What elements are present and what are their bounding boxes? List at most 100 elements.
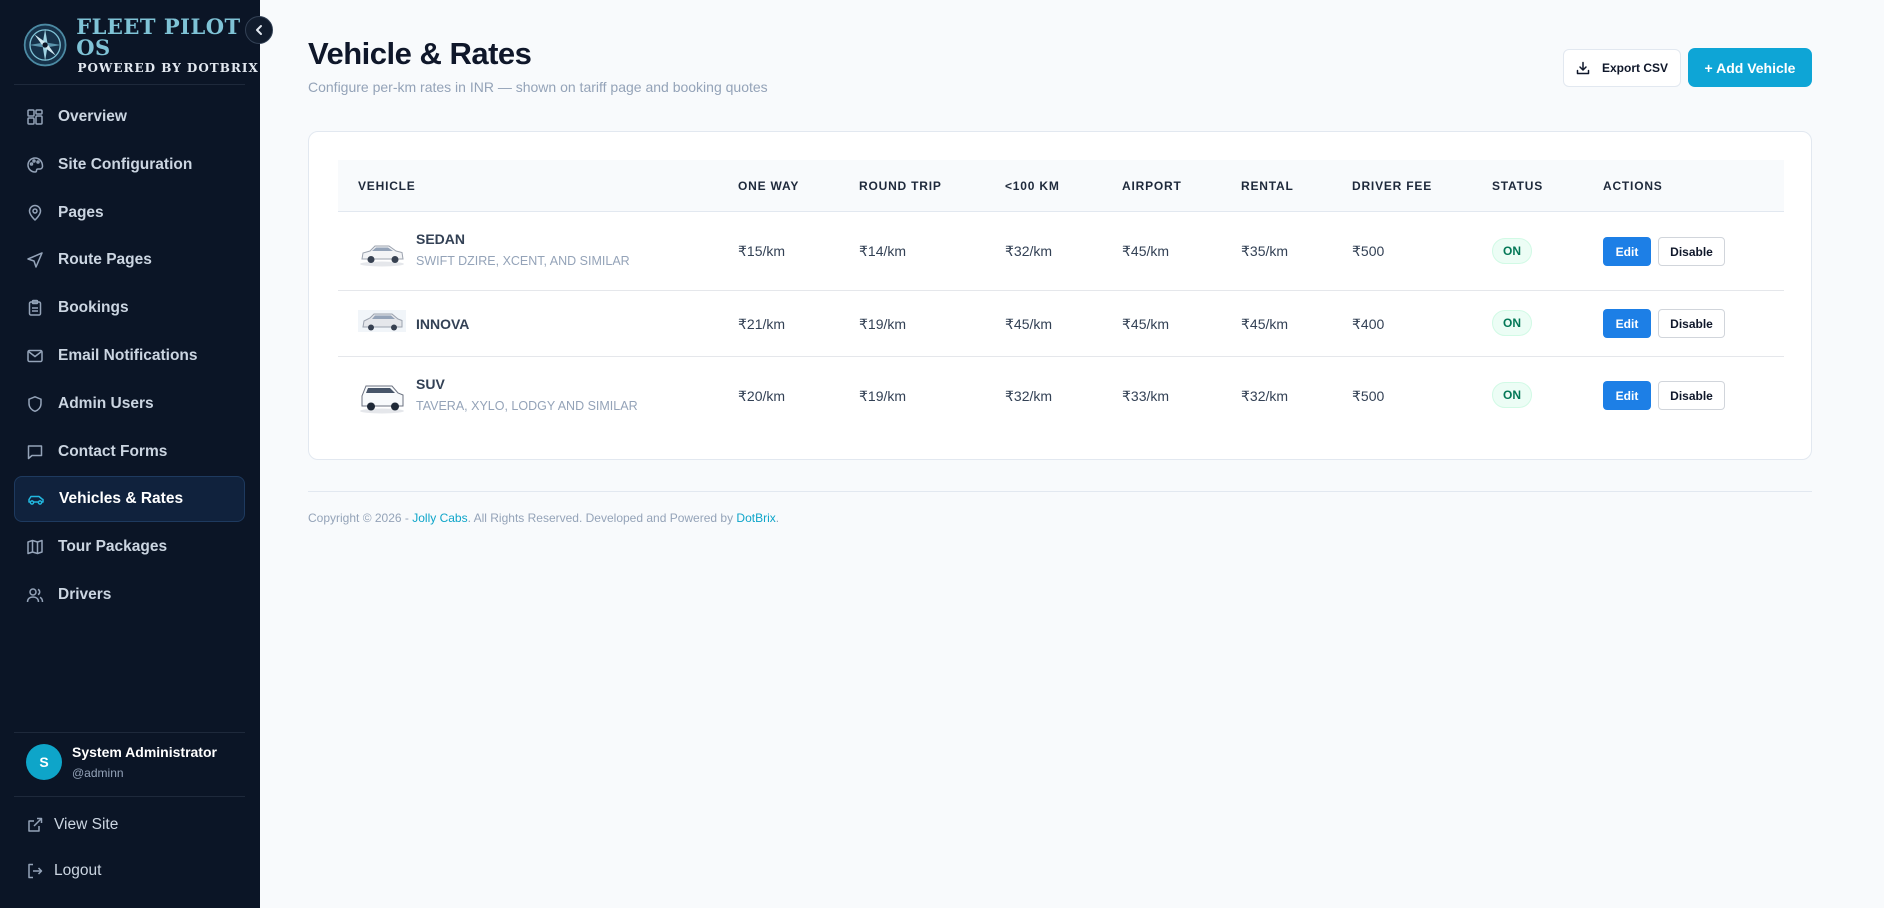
sidebar-item-label: Overview (58, 108, 127, 125)
page-subtitle: Configure per-km rates in INR — shown on… (308, 79, 768, 95)
status-badge: ON (1492, 310, 1532, 336)
sidebar-item-label: Bookings (58, 299, 129, 317)
company-link[interactable]: Jolly Cabs (412, 511, 467, 525)
vehicle-name: SUV (416, 376, 445, 392)
brand-title: FLEET PILOT OS (76, 14, 241, 60)
sidebar-item-admin-users[interactable]: Admin Users (14, 381, 245, 427)
sidebar-item-site-configuration[interactable]: Site Configuration (14, 142, 245, 188)
footer-suffix: . (775, 511, 780, 525)
column-header-vehicle: VEHICLE (358, 179, 416, 193)
rental-rate: ₹45/km (1241, 316, 1289, 332)
sidebar-item-overview[interactable]: Overview (14, 94, 245, 140)
disable-button[interactable]: Disable (1658, 237, 1725, 266)
status-badge: ON (1492, 238, 1532, 264)
sidebar-item-pages[interactable]: Pages (14, 190, 245, 236)
under-100-km-rate: ₹32/km (1005, 388, 1053, 404)
sidebar-divider (14, 732, 245, 733)
edit-button[interactable]: Edit (1603, 237, 1651, 266)
one-way-rate: ₹15/km (738, 243, 786, 259)
sidebar-item-contact-forms[interactable]: Contact Forms (14, 429, 245, 475)
page-title: Vehicle & Rates (308, 36, 532, 71)
add-vehicle-button[interactable]: + Add Vehicle (1688, 48, 1812, 87)
column-header-driver-fee: DRIVER FEE (1352, 179, 1433, 193)
sedan-image (360, 245, 404, 267)
sidebar-item-label: Admin Users (58, 394, 154, 412)
sidebar-item-label: Pages (58, 203, 104, 221)
edit-button[interactable]: Edit (1603, 381, 1651, 410)
map-icon (26, 538, 44, 556)
clipboard-icon (26, 299, 44, 317)
edit-button[interactable]: Edit (1603, 309, 1651, 338)
one-way-rate: ₹21/km (738, 316, 786, 332)
chevron-left-icon (256, 25, 262, 35)
driver-fee: ₹500 (1352, 243, 1385, 259)
sidebar-item-label: Contact Forms (58, 442, 168, 460)
round-trip-rate: ₹14/km (859, 243, 907, 259)
sidebar-item-email-notifications[interactable]: Email Notifications (14, 333, 245, 379)
developer-link[interactable]: DotBrix (736, 511, 775, 525)
vehicles-table-card: VEHICLE ONE WAY ROUND TRIP <100 KM AIRPO… (308, 131, 1812, 460)
avatar: S (26, 744, 62, 780)
logout-icon (26, 862, 44, 880)
footer-divider (308, 491, 1812, 492)
export-csv-label: Export CSV (1601, 61, 1668, 75)
column-header-airport: AIRPORT (1122, 179, 1182, 193)
column-header-under-100-km: <100 KM (1005, 179, 1060, 193)
brand-subtitle: POWERED BY DOTBRIX (77, 61, 259, 75)
vehicle-description: TAVERA, XYLO, LODGY AND SIMILAR (416, 399, 638, 413)
external-link-icon (26, 816, 44, 834)
driver-fee: ₹400 (1352, 316, 1385, 332)
airport-rate: ₹45/km (1122, 243, 1170, 259)
under-100-km-rate: ₹32/km (1005, 243, 1053, 259)
view-site-link[interactable]: View Site (26, 816, 118, 834)
table-row: SUV TAVERA, XYLO, LODGY AND SIMILAR ₹20/… (338, 358, 1784, 436)
car-icon (27, 490, 45, 508)
navigation-icon (26, 251, 44, 269)
grid-icon (26, 108, 44, 126)
vehicle-description: SWIFT DZIRE, XCENT, AND SIMILAR (416, 254, 630, 268)
compass-logo-icon (23, 23, 67, 67)
brand[interactable]: FLEET PILOT OS POWERED BY DOTBRIX (22, 16, 260, 74)
column-header-one-way: ONE WAY (738, 179, 800, 193)
sidebar-item-label: Tour Packages (58, 538, 168, 556)
sidebar-item-tour-packages[interactable]: Tour Packages (14, 524, 245, 570)
user-name: System Administrator (72, 744, 217, 760)
column-header-status: STATUS (1492, 179, 1544, 193)
innova-image (358, 310, 406, 332)
export-csv-button[interactable]: Export CSV (1563, 49, 1681, 87)
mail-icon (26, 347, 44, 365)
logout-button[interactable]: Logout (26, 862, 101, 880)
sidebar-nav: Overview Site Configuration Pages Route … (14, 94, 245, 620)
footer-rights-text: . All Rights Reserved. Developed and Pow… (467, 511, 737, 525)
disable-button[interactable]: Disable (1658, 309, 1725, 338)
table-header: VEHICLE ONE WAY ROUND TRIP <100 KM AIRPO… (338, 160, 1784, 212)
one-way-rate: ₹20/km (738, 388, 786, 404)
round-trip-rate: ₹19/km (859, 316, 907, 332)
table-row: INNOVA ₹21/km ₹19/km ₹45/km ₹45/km ₹45/k… (338, 292, 1784, 357)
sidebar-item-route-pages[interactable]: Route Pages (14, 237, 245, 283)
vehicle-name: SEDAN (416, 231, 466, 247)
sidebar-divider (14, 84, 245, 85)
footer: Copyright © 2026 - Jolly Cabs. All Right… (308, 511, 779, 525)
status-badge: ON (1492, 382, 1532, 408)
users-icon (26, 586, 44, 604)
disable-button[interactable]: Disable (1658, 381, 1725, 410)
sidebar-item-label: Drivers (58, 585, 112, 603)
column-header-actions: ACTIONS (1603, 179, 1663, 193)
sidebar-item-label: Route Pages (58, 251, 152, 269)
suv-image (360, 385, 404, 414)
palette-icon (26, 156, 44, 174)
message-icon (26, 443, 44, 461)
collapse-sidebar-button[interactable] (245, 16, 273, 44)
column-header-round-trip: ROUND TRIP (859, 179, 942, 193)
user-profile[interactable]: S System Administrator @adminn (26, 744, 217, 780)
sidebar-item-drivers[interactable]: Drivers (14, 572, 245, 618)
sidebar-item-vehicles-rates[interactable]: Vehicles & Rates (14, 476, 245, 523)
under-100-km-rate: ₹45/km (1005, 316, 1053, 332)
sidebar-item-bookings[interactable]: Bookings (14, 285, 245, 331)
user-handle: @adminn (72, 766, 124, 780)
sidebar-item-label: Site Configuration (58, 155, 193, 173)
shield-icon (26, 395, 44, 413)
rental-rate: ₹35/km (1241, 243, 1289, 259)
sidebar-item-label: Email Notifications (58, 346, 198, 364)
